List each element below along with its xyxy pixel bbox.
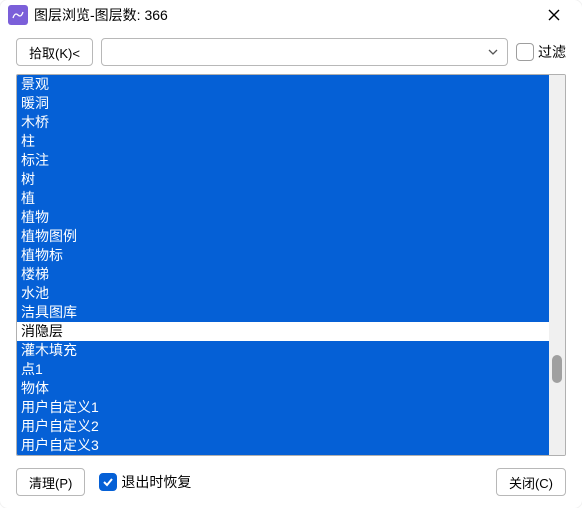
list-item[interactable]: 消隐层 [17, 322, 549, 341]
app-icon [8, 5, 28, 25]
list-item[interactable]: 洁具图库 [17, 303, 549, 322]
list-item[interactable]: 物体 [17, 379, 549, 398]
list-item[interactable]: 暖洞 [17, 94, 549, 113]
check-icon [102, 476, 114, 488]
pick-button[interactable]: 拾取(K)< [16, 38, 93, 66]
filter-combo[interactable] [101, 38, 508, 66]
close-button[interactable] [538, 1, 570, 29]
list-item[interactable]: 植物标 [17, 246, 549, 265]
list-item[interactable]: 植 [17, 189, 549, 208]
content-area: 拾取(K)< 过滤 景观暖洞木桥柱标注树植植物植物图例植物标楼梯水池洁具图库消隐… [0, 30, 582, 508]
scroll-thumb[interactable] [552, 355, 562, 383]
list-item[interactable]: 木桥 [17, 113, 549, 132]
list-item[interactable]: 树 [17, 170, 549, 189]
close-icon [547, 8, 561, 22]
filter-checkbox[interactable] [516, 43, 534, 61]
titlebar: 图层浏览-图层数: 366 [0, 0, 582, 30]
list-item[interactable]: 用户自定义1 [17, 398, 549, 417]
restore-checkbox[interactable] [99, 473, 117, 491]
restore-checkbox-row[interactable]: 退出时恢复 [99, 472, 191, 492]
list-item[interactable]: 水池 [17, 284, 549, 303]
list-item[interactable]: 景观 [17, 75, 549, 94]
layer-listbox[interactable]: 景观暖洞木桥柱标注树植植物植物图例植物标楼梯水池洁具图库消隐层灌木填充点1物体用… [17, 75, 549, 455]
list-item[interactable]: 用户自定义3 [17, 436, 549, 455]
list-item[interactable]: 植物 [17, 208, 549, 227]
close-dialog-button[interactable]: 关闭(C) [496, 468, 566, 496]
layer-listbox-container: 景观暖洞木桥柱标注树植植物植物图例植物标楼梯水池洁具图库消隐层灌木填充点1物体用… [16, 74, 566, 456]
toolbar-row: 拾取(K)< 过滤 [16, 38, 566, 66]
restore-label: 退出时恢复 [121, 472, 191, 492]
filter-label: 过滤 [538, 42, 566, 62]
cleanup-button[interactable]: 清理(P) [16, 468, 85, 496]
list-item[interactable]: 标注 [17, 151, 549, 170]
list-item[interactable]: 植物图例 [17, 227, 549, 246]
list-item[interactable]: 柱 [17, 132, 549, 151]
list-item[interactable]: 楼梯 [17, 265, 549, 284]
scrollbar[interactable] [549, 75, 565, 455]
chevron-down-icon [487, 46, 499, 58]
footer-row: 清理(P) 退出时恢复 关闭(C) [16, 464, 566, 496]
dialog-window: 图层浏览-图层数: 366 拾取(K)< 过滤 景观暖洞木桥柱标注树植植物植物图… [0, 0, 582, 508]
list-item[interactable]: 点1 [17, 360, 549, 379]
list-item[interactable]: 灌木填充 [17, 341, 549, 360]
filter-checkbox-row[interactable]: 过滤 [516, 42, 566, 62]
list-item[interactable]: 用户自定义2 [17, 417, 549, 436]
window-title: 图层浏览-图层数: 366 [34, 5, 532, 25]
